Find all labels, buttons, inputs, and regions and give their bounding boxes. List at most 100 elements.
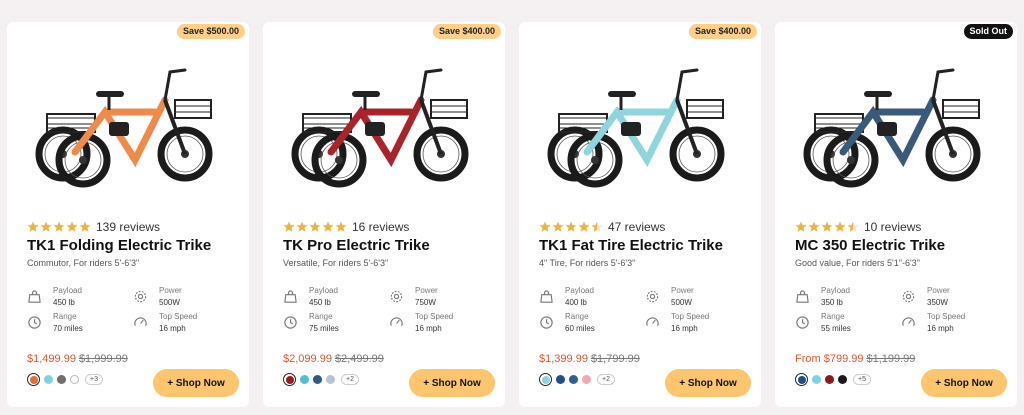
- product-title[interactable]: TK Pro Electric Trike: [283, 237, 430, 254]
- shop-now-button[interactable]: + Shop Now: [921, 369, 1007, 397]
- product-image[interactable]: [281, 42, 481, 197]
- payload-icon: [283, 289, 298, 304]
- speedometer-icon: [389, 315, 404, 330]
- spec-range: Range 75 miles: [283, 312, 383, 336]
- review-count[interactable]: 16 reviews: [352, 220, 409, 234]
- color-swatch[interactable]: [283, 372, 296, 386]
- speedometer-icon: [645, 315, 660, 330]
- save-badge: Save $500.00: [176, 24, 245, 39]
- shop-now-button[interactable]: + Shop Now: [409, 369, 495, 397]
- color-swatch[interactable]: [300, 374, 309, 384]
- top-speed-label: Top Speed: [671, 312, 710, 321]
- power-label: Power: [927, 286, 950, 295]
- color-swatch[interactable]: [313, 374, 322, 384]
- product-card[interactable]: Save $400.00 47 reviews TK1 Fat Tire Ele…: [519, 22, 761, 407]
- star-icon: [539, 221, 551, 233]
- top-speed-value: 16 mph: [159, 324, 186, 333]
- clock-icon: [283, 315, 298, 330]
- gear-icon: [645, 289, 660, 304]
- range-label: Range: [53, 312, 77, 321]
- top-speed-label: Top Speed: [159, 312, 198, 321]
- more-colors[interactable]: +3: [85, 373, 103, 385]
- payload-label: Payload: [821, 286, 850, 295]
- product-card[interactable]: Save $400.00 16 reviews TK Pro Electric …: [263, 22, 505, 407]
- payload-label: Payload: [565, 286, 594, 295]
- star-icon: [821, 221, 833, 233]
- spec-power: Power 350W: [901, 286, 1001, 310]
- spec-power: Power 500W: [133, 286, 233, 310]
- star-icon: [309, 221, 321, 233]
- more-colors[interactable]: +5: [853, 373, 871, 385]
- range-label: Range: [821, 312, 845, 321]
- star-icon: [27, 221, 39, 233]
- gear-icon: [389, 289, 404, 304]
- star-icon: [66, 221, 78, 233]
- payload-label: Payload: [309, 286, 338, 295]
- top-speed-value: 16 mph: [927, 324, 954, 333]
- color-swatch[interactable]: [70, 374, 79, 384]
- gear-icon: [133, 289, 148, 304]
- star-icon: [565, 221, 577, 233]
- star-rating: [283, 221, 347, 233]
- review-count[interactable]: 47 reviews: [608, 220, 665, 234]
- color-swatch[interactable]: [556, 374, 565, 384]
- star-icon: [322, 221, 334, 233]
- color-swatches: +3: [27, 372, 103, 386]
- shop-now-button[interactable]: + Shop Now: [665, 369, 751, 397]
- review-count[interactable]: 139 reviews: [96, 220, 160, 234]
- price: From $799.99 $1,199.99: [795, 353, 915, 365]
- product-title[interactable]: TK1 Fat Tire Electric Trike: [539, 237, 723, 254]
- color-swatch[interactable]: [795, 372, 808, 386]
- payload-icon: [795, 289, 810, 304]
- save-badge: Save $400.00: [688, 24, 757, 39]
- shop-now-button[interactable]: + Shop Now: [153, 369, 239, 397]
- product-image[interactable]: [793, 42, 993, 197]
- save-badge: Save $400.00: [432, 24, 501, 39]
- product-card[interactable]: Save $500.00 139 reviews TK1 Folding Ele…: [7, 22, 249, 407]
- payload-icon: [539, 289, 554, 304]
- rating: 10 reviews: [795, 220, 921, 234]
- sale-price: $1,499.99: [27, 353, 76, 365]
- payload-icon: [27, 289, 42, 304]
- sale-price: $2,099.99: [283, 353, 332, 365]
- review-count[interactable]: 10 reviews: [864, 220, 921, 234]
- top-speed-value: 16 mph: [671, 324, 698, 333]
- color-swatch[interactable]: [57, 374, 66, 384]
- product-subtitle: 4" Tire, For riders 5'-6'3": [539, 258, 636, 268]
- product-card[interactable]: Sold Out 10 reviews MC 350 Electric Trik…: [775, 22, 1017, 407]
- clock-icon: [539, 315, 554, 330]
- color-swatch[interactable]: [838, 374, 847, 384]
- spec-range: Range 60 miles: [539, 312, 639, 336]
- top-speed-label: Top Speed: [415, 312, 454, 321]
- more-colors[interactable]: +2: [597, 373, 615, 385]
- power-label: Power: [671, 286, 694, 295]
- payload-value: 350 lb: [821, 298, 843, 307]
- spec-top-speed: Top Speed 16 mph: [901, 312, 1001, 336]
- star-icon: [296, 221, 308, 233]
- color-swatch[interactable]: [569, 374, 578, 384]
- color-swatch[interactable]: [326, 374, 335, 384]
- original-price: $1,799.99: [590, 353, 640, 365]
- star-icon: [591, 221, 603, 233]
- payload-value: 450 lb: [309, 298, 331, 307]
- product-title[interactable]: MC 350 Electric Trike: [795, 237, 945, 254]
- spec-payload: Payload 400 lb: [539, 286, 639, 310]
- product-subtitle: Good value, For riders 5'1"-6'3": [795, 258, 920, 268]
- sale-price: From $799.99: [795, 353, 864, 365]
- price: $1,399.99 $1,799.99: [539, 353, 640, 365]
- payload-value: 450 lb: [53, 298, 75, 307]
- star-rating: [539, 221, 603, 233]
- range-value: 60 miles: [565, 324, 595, 333]
- color-swatch[interactable]: [812, 374, 821, 384]
- color-swatch[interactable]: [27, 372, 40, 386]
- color-swatch[interactable]: [539, 372, 552, 386]
- product-title[interactable]: TK1 Folding Electric Trike: [27, 237, 211, 254]
- more-colors[interactable]: +2: [341, 373, 359, 385]
- color-swatch[interactable]: [44, 374, 53, 384]
- color-swatch[interactable]: [825, 374, 834, 384]
- color-swatch[interactable]: [582, 374, 591, 384]
- star-icon: [283, 221, 295, 233]
- product-image[interactable]: [537, 42, 737, 197]
- product-image[interactable]: [25, 42, 225, 197]
- sale-price: $1,399.99: [539, 353, 588, 365]
